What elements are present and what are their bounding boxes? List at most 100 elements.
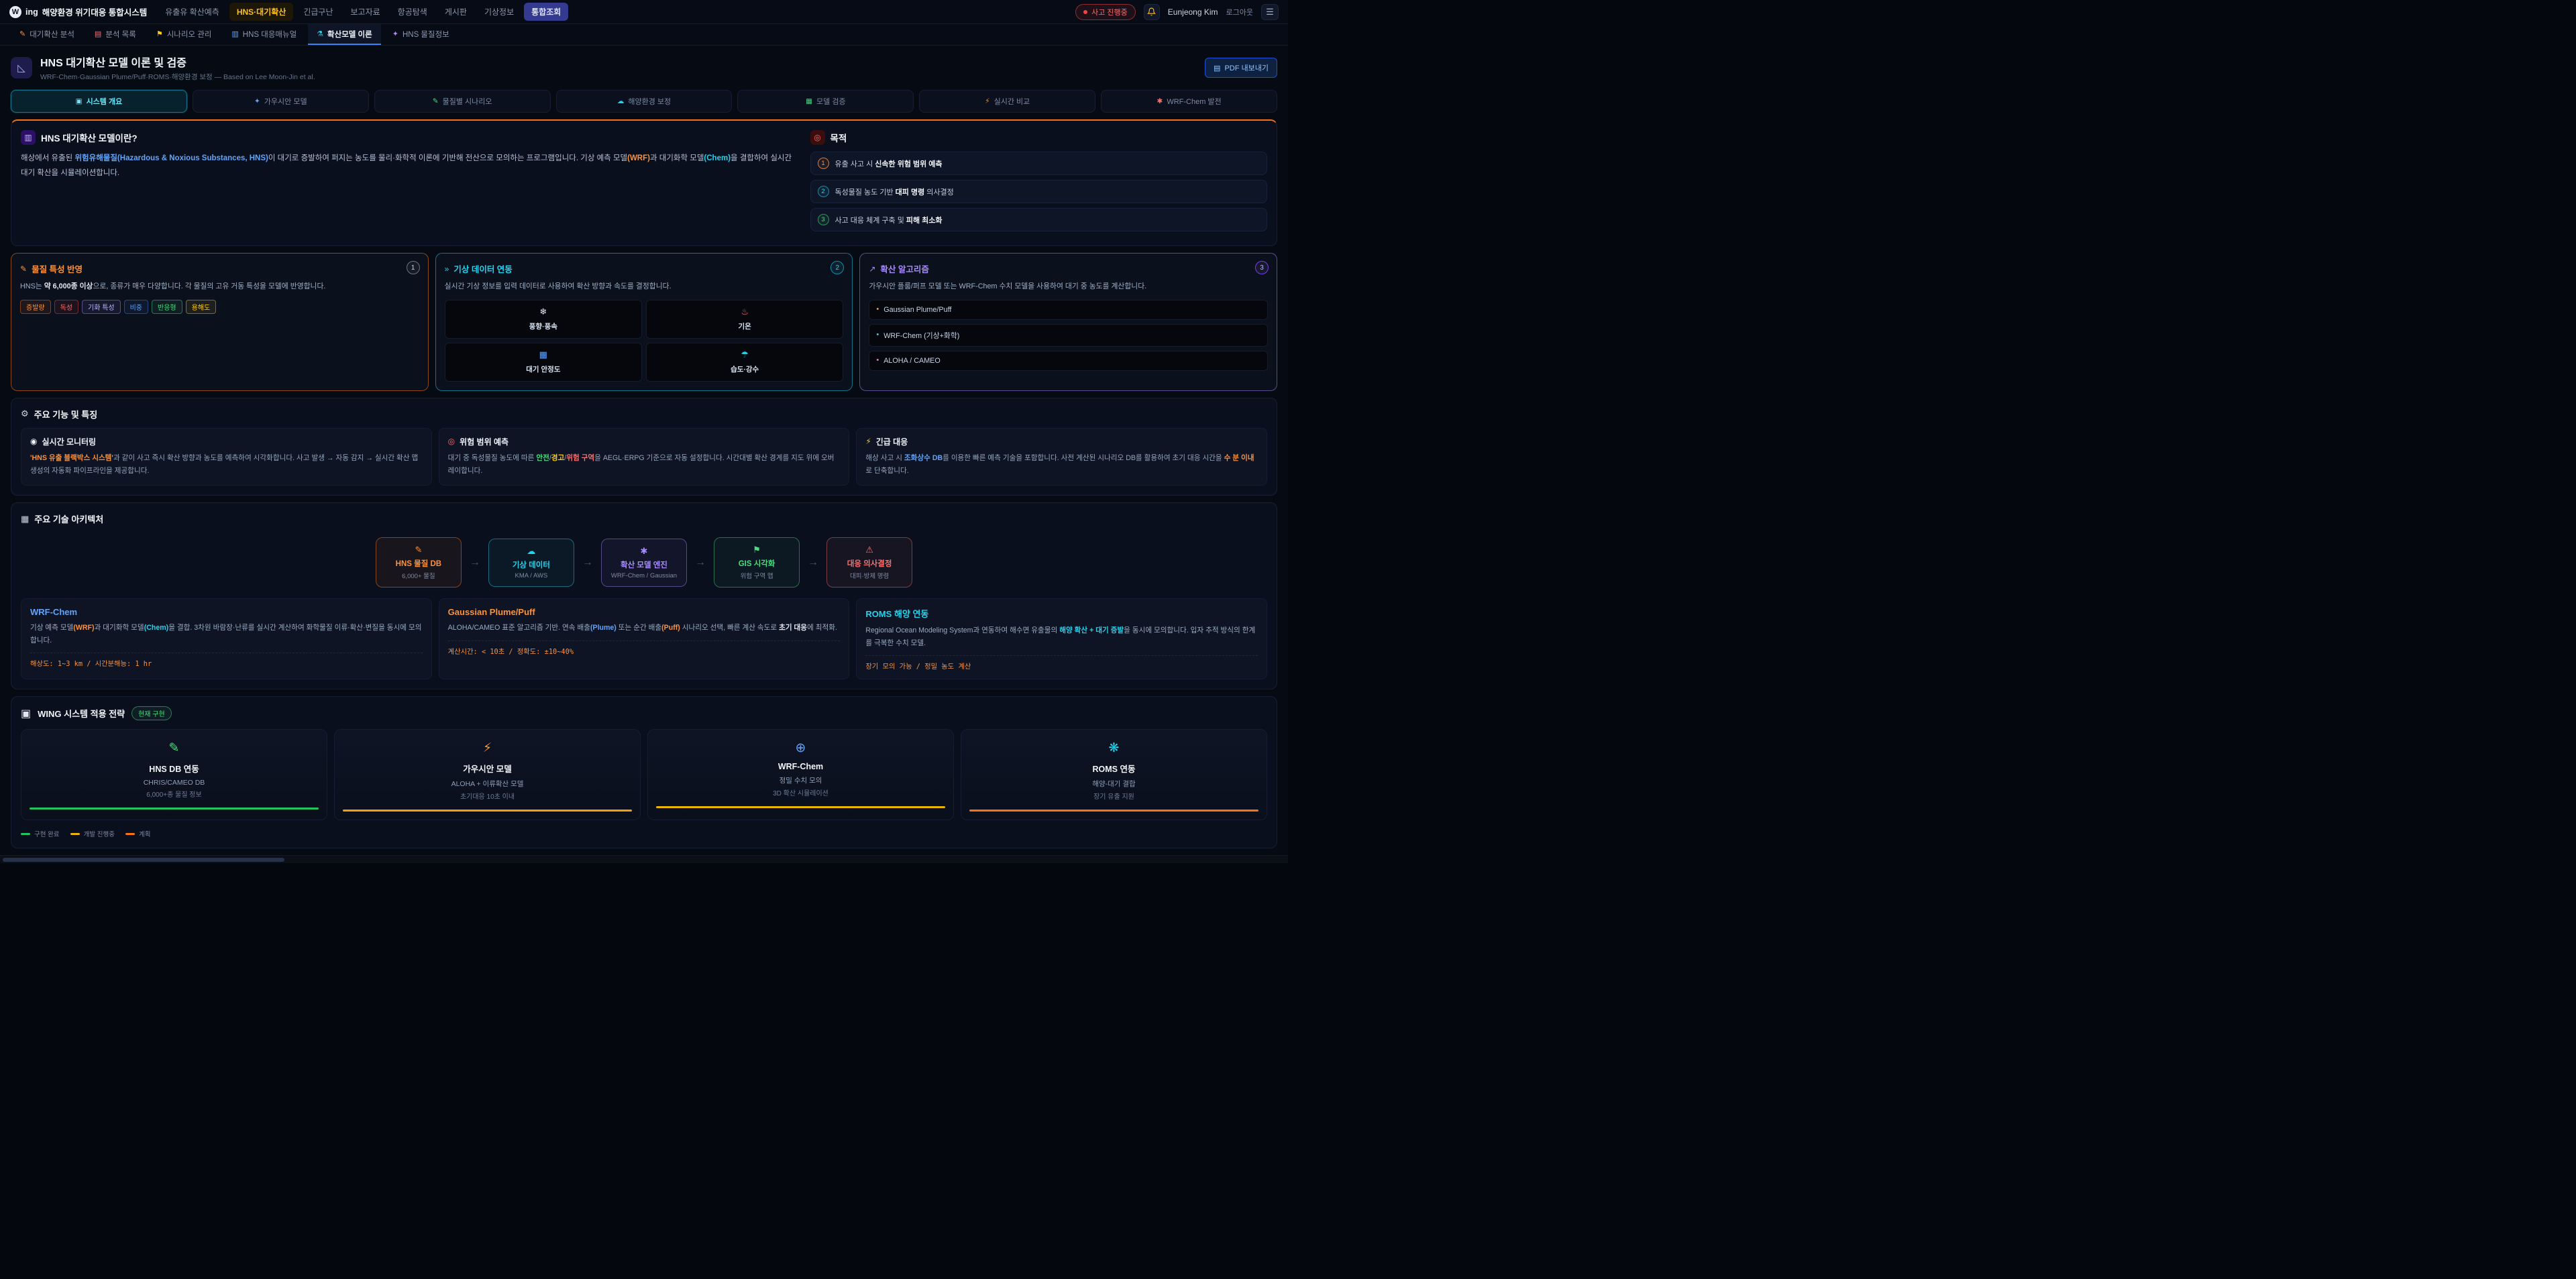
strategy-card-line1: ALOHA + 이류확산 모델 xyxy=(343,779,632,789)
check-grid-icon: ▦ xyxy=(806,97,812,105)
nav-item-aerial-search[interactable]: 항공탐색 xyxy=(390,3,435,21)
scrollbar-thumb[interactable] xyxy=(3,858,284,862)
strategy-card-line2: 장기 유출 지원 xyxy=(969,791,1258,801)
notification-button[interactable] xyxy=(1144,4,1160,20)
nav-item-integrated-search[interactable]: 통합조회 xyxy=(524,3,568,21)
legend-dash-icon xyxy=(125,833,135,835)
algo-label: WRF-Chem (기상+화학) xyxy=(883,330,959,341)
weather-tiles: ❄ 풍향·풍속 ♨ 기온 ▦ 대기 안정도 ☂ 습도·강수 xyxy=(445,300,844,382)
section-tab-label: 해양환경 보정 xyxy=(628,96,671,107)
nav-item-reports[interactable]: 보고자료 xyxy=(343,3,388,21)
feature-body: 대기 중 독성물질 농도에 따른 안전/경고/위험 구역을 AEGL·ERPG … xyxy=(448,452,841,478)
bolt-icon: ⚡ xyxy=(343,740,632,756)
horizontal-scrollbar[interactable] xyxy=(0,855,1288,863)
status-legend: 구현 완료 개발 진행중 계획 xyxy=(21,829,1267,838)
section-tab-label: 물질별 시나리오 xyxy=(443,96,492,107)
model-body: ALOHA/CAMEO 표준 알고리즘 기반. 연속 배출(Plume) 또는 … xyxy=(448,622,841,634)
tab-hns-substance-info[interactable]: ✦ HNS 물질정보 xyxy=(384,24,458,45)
section-tab-ocean-correction[interactable]: ☁ 해양환경 보정 xyxy=(556,90,733,113)
strategy-title: WING 시스템 적용 전략 xyxy=(38,707,125,720)
pillar-weather-data: » 기상 데이터 연동 2 실시간 기상 정보를 입력 데이터로 사용하여 확산… xyxy=(435,253,853,391)
section-tab-overview[interactable]: ▣ 시스템 개요 xyxy=(11,90,187,113)
flow-node-weather-data: ☁ 기상 데이터 KMA / AWS xyxy=(488,539,574,587)
intro-title: HNS 대기확산 모델이란? xyxy=(41,131,138,144)
thermometer-icon: ♨ xyxy=(651,307,839,317)
map-flag-icon: ⚑ xyxy=(724,545,790,555)
strategy-card-line1: CHRIS/CAMEO DB xyxy=(30,779,319,787)
strategy-card-line1: 해양-대기 결합 xyxy=(969,779,1258,789)
nav-item-hns-diffusion[interactable]: HNS·대기확산 xyxy=(229,3,294,21)
section-tab-validation[interactable]: ▦ 모델 검증 xyxy=(737,90,914,113)
tab-hns-manual[interactable]: ▥ HNS 대응매뉴얼 xyxy=(223,24,305,45)
tab-scenario-management[interactable]: ⚑ 시나리오 관리 xyxy=(148,24,221,45)
pdf-export-button[interactable]: ▤ PDF 내보내기 xyxy=(1205,58,1277,78)
flask-icon: ⚗ xyxy=(317,30,323,38)
model-card-wrf-chem: WRF-Chem 기상 예측 모델(WRF)과 대기화학 모델(Chem)을 결… xyxy=(21,598,432,679)
tab-label: HNS 물질정보 xyxy=(402,29,449,40)
flow-node-hns-db: ✎ HNS 물질 DB 6,000+ 물질 xyxy=(376,537,462,588)
pencil-icon: ✎ xyxy=(433,97,439,105)
nav-item-oil-spill[interactable]: 유출유 확산예측 xyxy=(158,3,227,21)
strategy-card-roms: ❋ ROMS 연동 해양-대기 결합 장기 유출 지원 xyxy=(961,729,1267,820)
legend-in-progress: 개발 진행중 xyxy=(70,829,115,838)
pencil-icon: ✎ xyxy=(20,264,27,274)
incident-dot-icon xyxy=(1083,10,1087,14)
main-nav: 유출유 확산예측 HNS·대기확산 긴급구난 보고자료 항공탐색 게시판 기상정… xyxy=(158,3,1065,21)
purpose-item: 1 유출 사고 시 신속한 위험 범위 예측 xyxy=(810,152,1267,175)
feature-risk-range-prediction: ◎ 위험 범위 예측 대기 중 독성물질 농도에 따른 안전/경고/위험 구역을… xyxy=(439,428,850,486)
architecture-flow: ✎ HNS 물질 DB 6,000+ 물질 → ☁ 기상 데이터 KMA / A… xyxy=(21,537,1267,588)
navbar-right: 사고 진행중 Eunjeong Kim 로그아웃 ☰ xyxy=(1075,4,1279,20)
section-tab-wrf-chem-evolution[interactable]: ✱ WRF-Chem 발전 xyxy=(1101,90,1277,113)
cyclone-icon: ❋ xyxy=(969,740,1258,756)
section-tab-label: WRF-Chem 발전 xyxy=(1167,96,1221,107)
app-logo[interactable]: W ing 해양환경 위기대응 통합시스템 xyxy=(9,5,147,18)
nav-item-rescue[interactable]: 긴급구난 xyxy=(296,3,340,21)
section-tabs: ▣ 시스템 개요 ✦ 가우시안 모델 ✎ 물질별 시나리오 ☁ 해양환경 보정 … xyxy=(11,90,1277,113)
purpose-item-text: 독성물질 농도 기반 대피 명령 의사결정 xyxy=(835,186,954,197)
nav-item-weather[interactable]: 기상정보 xyxy=(477,3,521,21)
tab-diffusion-analysis[interactable]: ✎ 대기확산 분석 xyxy=(11,24,83,45)
pillar-description: HNS는 약 6,000종 이상으로, 종류가 매우 다양합니다. 각 물질의 … xyxy=(20,280,419,293)
strategy-card-title: HNS DB 연동 xyxy=(30,762,319,775)
nav-item-board[interactable]: 게시판 xyxy=(437,3,474,21)
number-badge: 1 xyxy=(818,158,829,169)
tag-reactivity: 반응형 xyxy=(152,300,182,314)
status-bar-done xyxy=(30,808,319,810)
flow-node-title: 기상 데이터 xyxy=(498,559,564,570)
strategy-card-line2: 6,000+종 물질 정보 xyxy=(30,789,319,799)
logo-text: ing xyxy=(25,7,38,17)
tab-analysis-list[interactable]: ▤ 분석 목록 xyxy=(86,24,145,45)
algo-wrf-chem: • WRF-Chem (기상+화학) xyxy=(869,324,1268,347)
cloud-icon: ☁ xyxy=(617,97,625,105)
flag-icon: ⚑ xyxy=(156,30,163,38)
flow-node-title: GIS 시각화 xyxy=(724,558,790,569)
top-navbar: W ing 해양환경 위기대응 통합시스템 유출유 확산예측 HNS·대기확산 … xyxy=(0,0,1288,24)
tile-temperature: ♨ 기온 xyxy=(646,300,843,339)
feature-title: 실시간 모니터링 xyxy=(42,436,96,447)
pillar-description: 실시간 기상 정보를 입력 데이터로 사용하여 확산 방향과 속도를 결정합니다… xyxy=(445,280,844,293)
model-title: Gaussian Plume/Puff xyxy=(448,607,841,617)
building-icon: ▦ xyxy=(449,349,637,360)
incident-status-badge[interactable]: 사고 진행중 xyxy=(1075,4,1136,20)
section-tab-scenarios[interactable]: ✎ 물질별 시나리오 xyxy=(374,90,551,113)
page-subtitle: WRF-Chem·Gaussian Plume/Puff·ROMS·해양환경 보… xyxy=(40,72,315,82)
algo-aloha-cameo: • ALOHA / CAMEO xyxy=(869,351,1268,371)
features-title: 주요 기능 및 특징 xyxy=(34,408,98,421)
pillar-title: 기상 데이터 연동 xyxy=(453,262,512,275)
tag-evaporation: 증발량 xyxy=(20,300,51,314)
arrow-right-icon: → xyxy=(582,557,593,569)
logout-button[interactable]: 로그아웃 xyxy=(1226,7,1253,17)
intro-text-part: 해상에서 유출된 xyxy=(21,154,74,162)
section-tab-realtime-compare[interactable]: ⚡ 실시간 비교 xyxy=(919,90,1095,113)
arrow-right-icon: → xyxy=(695,557,706,569)
tab-label: 시나리오 관리 xyxy=(167,29,212,40)
menu-button[interactable]: ☰ xyxy=(1261,4,1279,20)
cloud-icon: ☁ xyxy=(498,546,564,557)
tab-model-theory[interactable]: ⚗ 확산모델 이론 xyxy=(308,24,381,45)
spark-icon: ✱ xyxy=(1157,97,1163,105)
tile-label: 습도·강수 xyxy=(731,366,759,374)
model-specs: 장기 모의 가능 / 정밀 농도 계산 xyxy=(865,655,1258,671)
strategy-card-line2: 초기대응 10초 이내 xyxy=(343,791,632,801)
section-tab-gaussian[interactable]: ✦ 가우시안 모델 xyxy=(193,90,369,113)
intro-text-part: 이 대기로 증발하여 퍼지는 농도를 물리·화학적 이론에 기반해 전산으로 모… xyxy=(268,154,627,162)
